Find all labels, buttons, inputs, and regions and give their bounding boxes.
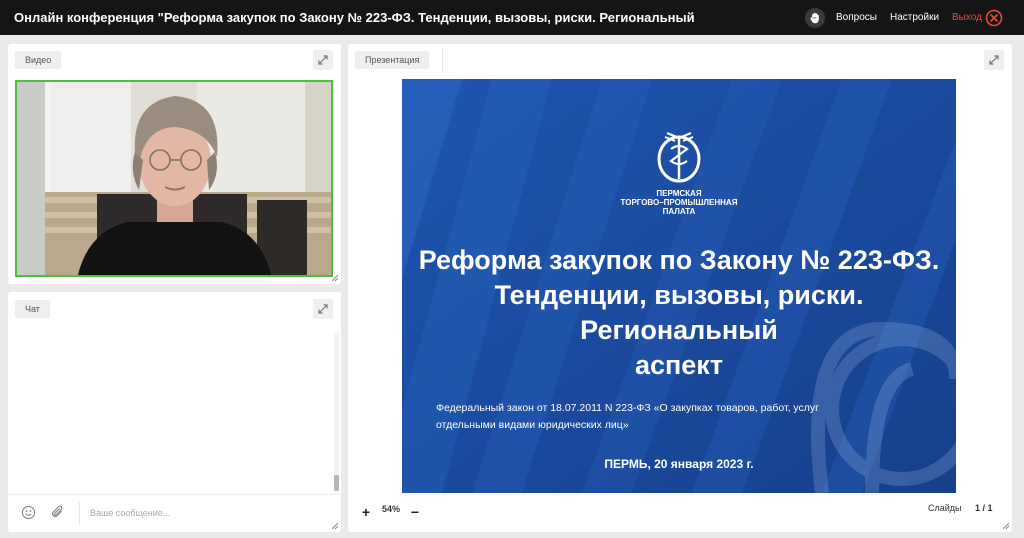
video-expand-button[interactable] <box>313 50 333 70</box>
chat-scrollbar-thumb[interactable] <box>334 475 339 491</box>
chat-input-separator <box>79 502 80 524</box>
law-line-2: отдельными видами юридических лиц» <box>436 419 629 431</box>
chat-input-divider <box>8 494 341 495</box>
presentation-tab[interactable]: Презентация <box>355 51 430 69</box>
slide-title-line-3: аспект <box>634 350 724 380</box>
questions-link[interactable]: Вопросы <box>836 0 877 35</box>
slide-title-line-1: Реформа закупок по Закону № 223-ФЗ. <box>418 245 940 275</box>
slide-title-line-2: Тенденции, вызовы, риски. Региональный <box>494 280 864 345</box>
close-circle-icon[interactable] <box>985 9 1003 27</box>
raise-hand-button[interactable] <box>805 8 825 28</box>
org-line-3: ПАЛАТА <box>662 207 696 216</box>
slide-counter: 1 / 1 <box>975 503 993 513</box>
speaker-video-image <box>17 82 331 275</box>
expand-icon <box>318 55 328 65</box>
exit-link[interactable]: Выход <box>952 0 982 35</box>
emoji-icon[interactable] <box>21 505 36 520</box>
conference-title: Онлайн конференция "Реформа закупок по З… <box>14 10 695 25</box>
org-line-2: ТОРГОВО–ПРОМЫШЛЕННАЯ <box>620 198 738 207</box>
zoom-level: 54% <box>382 504 401 514</box>
expand-icon <box>989 55 999 65</box>
attach-icon[interactable] <box>50 505 65 520</box>
presentation-slide: ПЕРМСКАЯ ТОРГОВО–ПРОМЫШЛЕННАЯ ПАЛАТА Реф… <box>402 79 956 493</box>
slide-date: ПЕРМЬ, 20 января 2023 г. <box>604 457 754 471</box>
slide-law-reference: Федеральный закон от 18.07.2011 N 223-ФЗ… <box>436 400 926 434</box>
presentation-expand-button[interactable] <box>984 50 1004 70</box>
resize-grip-icon[interactable] <box>332 523 338 529</box>
chat-scrollbar[interactable] <box>334 333 339 491</box>
chat-message-input[interactable] <box>90 503 320 523</box>
org-line-1: ПЕРМСКАЯ <box>656 189 702 198</box>
slide-title: Реформа закупок по Закону № 223-ФЗ. Тенд… <box>402 243 956 383</box>
zoom-out-button[interactable]: − <box>408 504 422 520</box>
slides-label: Слайды <box>928 503 962 513</box>
video-tab[interactable]: Видео <box>15 51 62 69</box>
zoom-in-button[interactable]: + <box>359 504 373 520</box>
slide-organization: ПЕРМСКАЯ ТОРГОВО–ПРОМЫШЛЕННАЯ ПАЛАТА <box>402 189 956 216</box>
top-bar: Онлайн конференция "Реформа закупок по З… <box>0 0 1024 35</box>
law-line-1: Федеральный закон от 18.07.2011 N 223-ФЗ… <box>436 402 820 414</box>
expand-icon <box>318 304 328 314</box>
chat-expand-button[interactable] <box>313 299 333 319</box>
settings-link[interactable]: Настройки <box>890 0 939 35</box>
tab-divider <box>442 49 443 71</box>
chat-panel: Чат <box>8 292 341 532</box>
speaker-video[interactable] <box>15 80 333 277</box>
raise-hand-icon <box>810 12 819 24</box>
resize-grip-icon[interactable] <box>1003 523 1009 529</box>
chat-tab[interactable]: Чат <box>15 300 50 318</box>
chamber-of-commerce-logo <box>657 131 701 183</box>
